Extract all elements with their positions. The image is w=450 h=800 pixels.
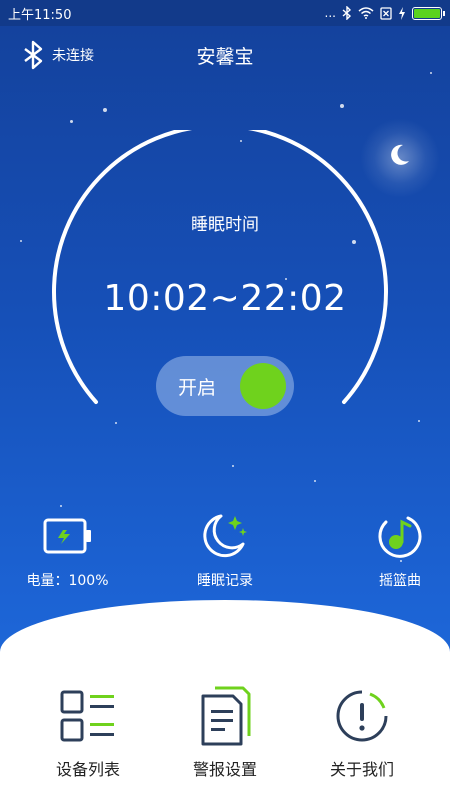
toggle-label: 开启: [178, 376, 217, 399]
moon-stars-icon: [203, 514, 247, 558]
battery-label: 电量：100%: [26, 573, 109, 589]
toggle-knob: [240, 363, 286, 409]
star-decoration: [20, 240, 22, 242]
about-us-button[interactable]: 关于我们: [297, 684, 427, 780]
status-battery-icon: [412, 6, 445, 20]
about-us-label: 关于我们: [329, 760, 394, 779]
sleep-record-feature[interactable]: 睡眠记录: [180, 510, 270, 590]
star-decoration: [232, 465, 234, 467]
status-time: 上午11:50: [8, 7, 72, 23]
sleep-time-value[interactable]: 10:02~22:02: [0, 278, 450, 319]
battery-charging-icon: [43, 518, 91, 554]
star-decoration: [314, 480, 316, 482]
lullaby-label: 摇篮曲: [379, 573, 421, 589]
alarm-settings-button[interactable]: 警报设置: [160, 684, 290, 780]
alarm-settings-label: 警报设置: [192, 760, 257, 779]
sleep-time-label: 睡眠时间: [191, 215, 259, 235]
no-sim-icon: [380, 6, 392, 20]
device-list-button[interactable]: 设备列表: [23, 684, 153, 780]
star-decoration: [340, 104, 344, 108]
top-bar: 未连接 安馨宝: [0, 36, 450, 72]
alarm-settings-icon: [201, 686, 251, 746]
status-bar: 上午11:50 ...: [0, 0, 450, 26]
more-dots-icon: ...: [324, 6, 336, 20]
sleep-record-label: 睡眠记录: [197, 573, 253, 589]
star-decoration: [418, 420, 420, 422]
star-decoration: [60, 505, 62, 507]
star-decoration: [103, 108, 107, 112]
sleep-toggle-switch[interactable]: 开启: [156, 356, 294, 416]
app-title: 安馨宝: [196, 46, 254, 68]
star-decoration: [70, 120, 73, 123]
bluetooth-status-icon: [342, 6, 352, 20]
device-list-icon: [60, 690, 114, 742]
charging-bolt-icon: [399, 6, 405, 20]
wifi-icon: [358, 7, 374, 19]
device-list-label: 设备列表: [55, 760, 120, 779]
star-decoration: [430, 72, 432, 74]
music-note-icon: [378, 516, 422, 558]
battery-feature[interactable]: 电量：100%: [20, 510, 115, 590]
bottom-nav-panel: 设备列表 警报设置 关于我们: [0, 600, 450, 800]
status-icons: ...: [324, 6, 445, 20]
info-icon: [336, 690, 388, 742]
lullaby-feature[interactable]: 摇篮曲: [360, 510, 440, 590]
star-decoration: [115, 422, 117, 424]
